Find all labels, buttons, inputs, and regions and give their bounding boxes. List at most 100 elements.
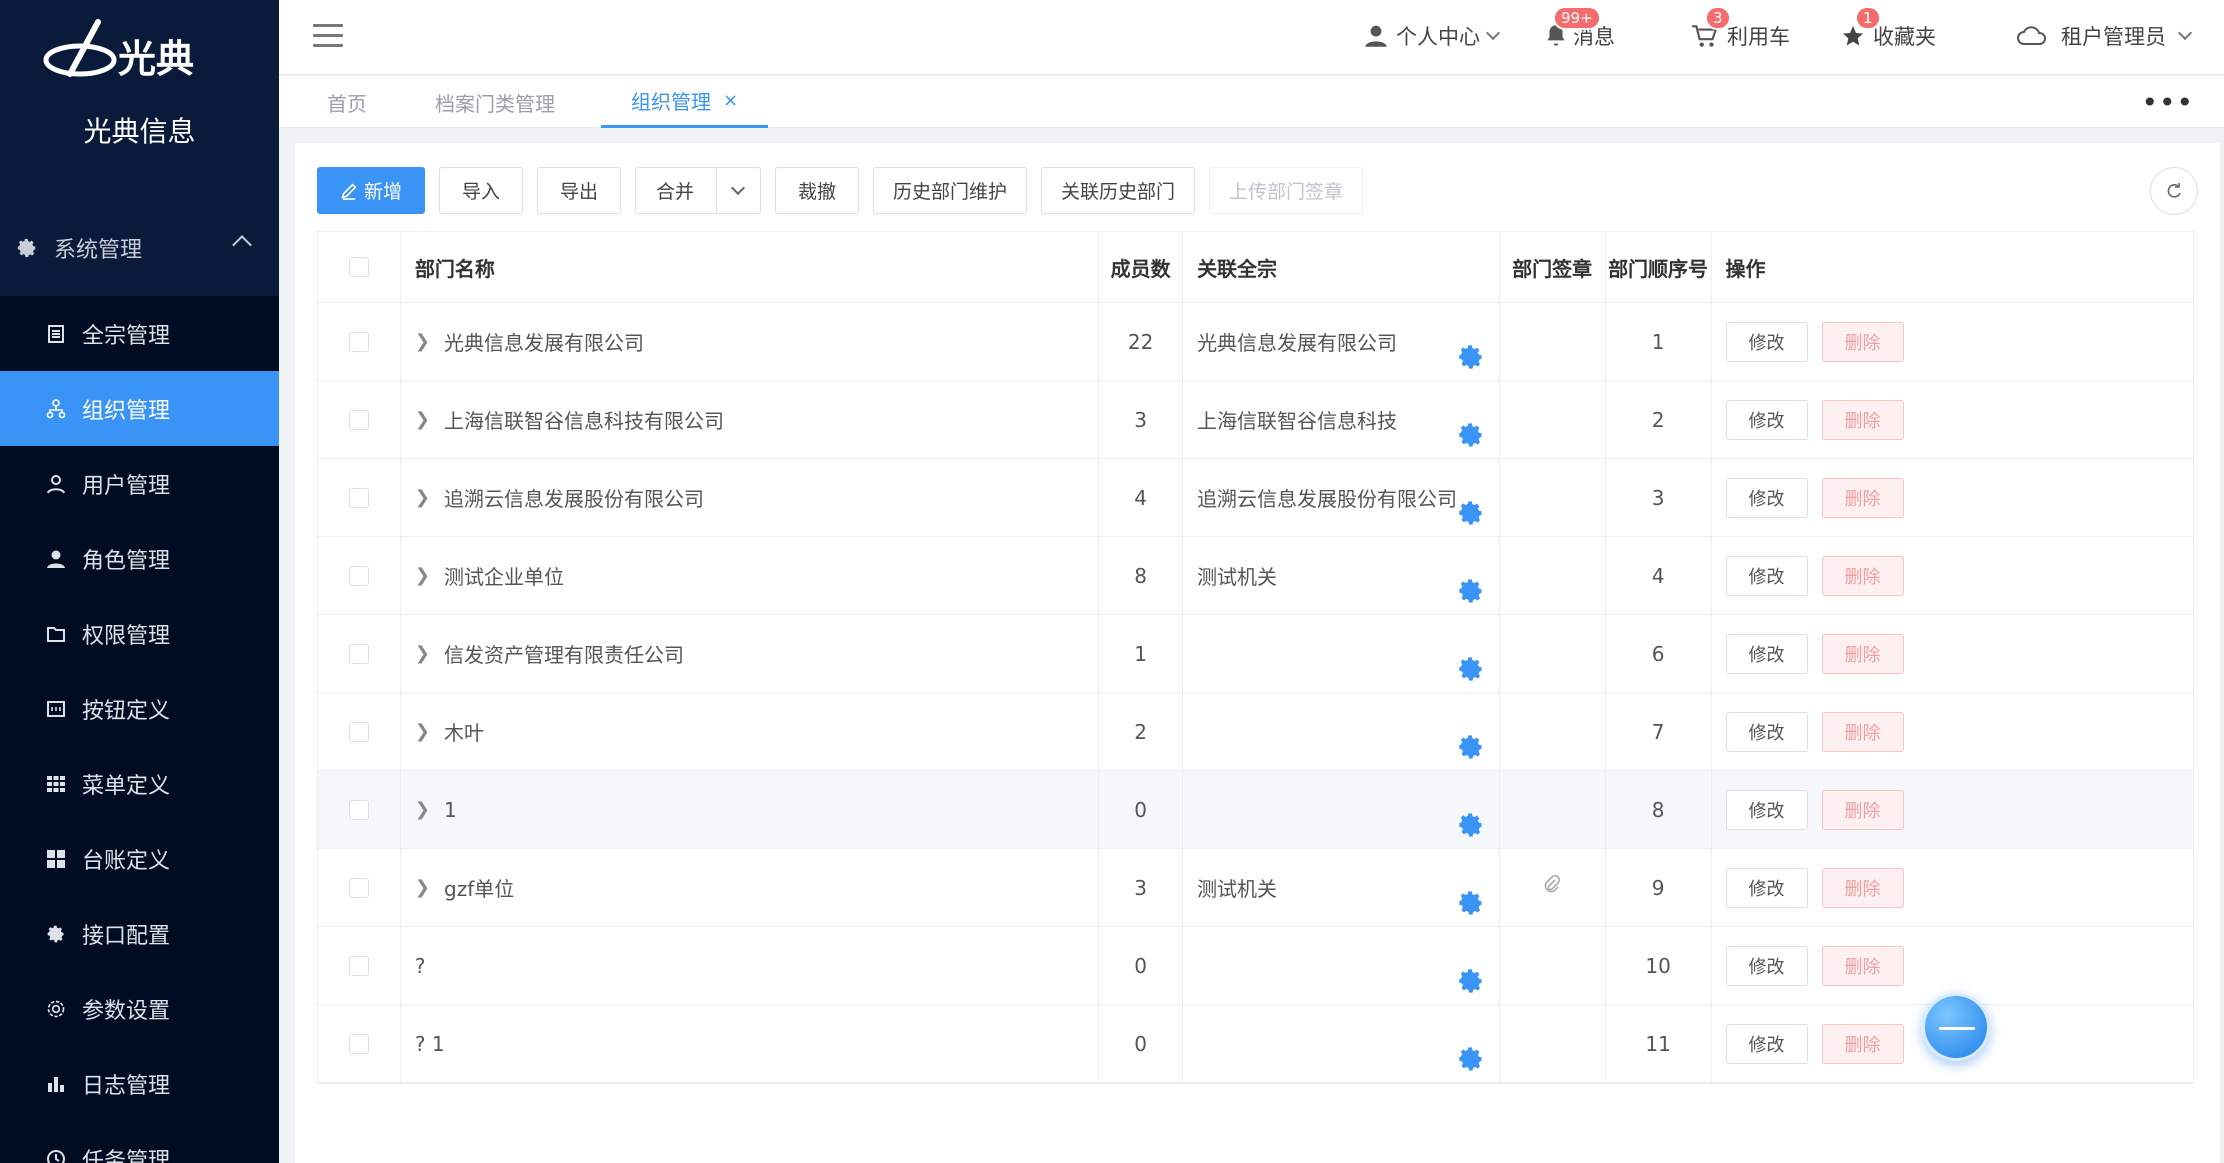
table-row[interactable]: ❯ 上海信联智谷信息科技有限公司 3 上海信联智谷信息科技 2 修改 删除 — [318, 381, 2193, 459]
sidebar-item-organization[interactable]: 组织管理 — [0, 371, 279, 446]
table-row[interactable]: ❯ gzf单位 3 测试机关 9 修改 删除 — [318, 849, 2193, 927]
table-row[interactable]: ❯ 信发资产管理有限责任公司 1 6 修改 删除 — [318, 615, 2193, 693]
gear-icon[interactable] — [1457, 811, 1485, 839]
cart-button[interactable]: 利用车 3 — [1691, 6, 1790, 54]
row-checkbox[interactable] — [348, 487, 369, 508]
floating-assistant-button[interactable] — [1922, 993, 1990, 1061]
gear-icon[interactable] — [1457, 733, 1485, 761]
row-checkbox[interactable] — [348, 721, 369, 742]
header-fonds: 关联全宗 — [1183, 232, 1500, 302]
gear-icon[interactable] — [1457, 967, 1485, 995]
row-checkbox[interactable] — [348, 1033, 369, 1054]
edit-button[interactable]: 修改 — [1725, 789, 1808, 830]
gear-icon[interactable] — [1457, 421, 1485, 449]
chevron-right-icon[interactable]: ❯ — [415, 565, 430, 586]
chevron-right-icon[interactable]: ❯ — [415, 799, 430, 820]
delete-button[interactable]: 删除 — [1821, 867, 1904, 908]
gear-icon[interactable] — [1457, 343, 1485, 371]
row-checkbox[interactable] — [348, 643, 369, 664]
tab-home[interactable]: 首页 — [327, 76, 367, 128]
paperclip-icon[interactable] — [1542, 874, 1562, 900]
favorites-button[interactable]: 收藏夹 1 — [1841, 6, 1936, 54]
sidebar-item-fonds[interactable]: 全宗管理 — [0, 296, 279, 371]
gear-icon[interactable] — [1457, 1045, 1485, 1073]
history-dept-maint-button[interactable]: 历史部门维护 — [873, 167, 1027, 214]
chevron-right-icon[interactable]: ❯ — [415, 721, 430, 742]
delete-button[interactable]: 删除 — [1821, 321, 1904, 362]
edit-button[interactable]: 修改 — [1725, 399, 1808, 440]
cut-button[interactable]: 裁撤 — [775, 167, 859, 214]
sidebar-item-roles[interactable]: 角色管理 — [0, 521, 279, 596]
row-checkbox[interactable] — [348, 409, 369, 430]
import-button[interactable]: 导入 — [439, 167, 523, 214]
sidebar-item-menus[interactable]: 菜单定义 — [0, 746, 279, 821]
delete-button[interactable]: 删除 — [1821, 945, 1904, 986]
table-row[interactable]: ❯ 追溯云信息发展股份有限公司 4 追溯云信息发展股份有限公司 3 修改 删除 — [318, 459, 2193, 537]
chevron-right-icon[interactable]: ❯ — [415, 331, 430, 352]
edit-button[interactable]: 修改 — [1725, 477, 1808, 518]
merge-button[interactable]: 合并 — [635, 167, 761, 214]
edit-button[interactable]: 修改 — [1725, 711, 1808, 752]
delete-button[interactable]: 删除 — [1821, 555, 1904, 596]
row-checkbox[interactable] — [348, 331, 369, 352]
table-row[interactable]: ❯ 1 0 8 修改 删除 — [318, 771, 2193, 849]
edit-button[interactable]: 修改 — [1725, 1023, 1808, 1064]
delete-button[interactable]: 删除 — [1821, 399, 1904, 440]
close-icon[interactable]: × — [723, 90, 738, 111]
link-history-dept-button[interactable]: 关联历史部门 — [1041, 167, 1195, 214]
sidebar-item-ledger[interactable]: 台账定义 — [0, 821, 279, 896]
logo-area: 光典 光典信息 — [0, 0, 279, 200]
table-row[interactable]: ❯ 测试企业单位 8 测试机关 4 修改 删除 — [318, 537, 2193, 615]
edit-button[interactable]: 修改 — [1725, 945, 1808, 986]
messages-button[interactable]: 消息 99+ — [1543, 6, 1615, 54]
row-checkbox[interactable] — [348, 877, 369, 898]
row-checkbox[interactable] — [348, 565, 369, 586]
sidebar-item-buttons[interactable]: 按钮定义 — [0, 671, 279, 746]
edit-button[interactable]: 修改 — [1725, 867, 1808, 908]
more-icon[interactable]: ••• — [2141, 86, 2194, 119]
sidebar-item-params[interactable]: 参数设置 — [0, 971, 279, 1046]
sidebar-item-permissions[interactable]: 权限管理 — [0, 596, 279, 671]
checkbox-cell — [318, 615, 401, 692]
sidebar-item-users[interactable]: 用户管理 — [0, 446, 279, 521]
user-menu[interactable]: 租户管理员 — [2015, 18, 2193, 54]
row-checkbox[interactable] — [348, 799, 369, 820]
personal-center-menu[interactable]: 个人中心 — [1364, 18, 1501, 54]
delete-button[interactable]: 删除 — [1821, 1023, 1904, 1064]
sidebar-item-logs[interactable]: 日志管理 — [0, 1046, 279, 1121]
delete-button[interactable]: 删除 — [1821, 789, 1904, 830]
gear-icon[interactable] — [1457, 499, 1485, 527]
delete-button[interactable]: 删除 — [1821, 711, 1904, 752]
edit-button[interactable]: 修改 — [1725, 633, 1808, 674]
menu-system-management[interactable]: 系统管理 — [0, 200, 279, 296]
chevron-right-icon[interactable]: ❯ — [415, 643, 430, 664]
tab-archive-category[interactable]: 档案门类管理 — [435, 76, 555, 128]
select-all-checkbox[interactable] — [348, 257, 369, 277]
export-button[interactable]: 导出 — [537, 167, 621, 214]
chevron-right-icon[interactable]: ❯ — [415, 409, 430, 430]
table-row[interactable]: ? 1 0 11 修改 删除 — [318, 1005, 2193, 1083]
add-button[interactable]: 新增 — [317, 167, 425, 214]
fonds-cell: 测试机关 — [1183, 849, 1500, 926]
hamburger-menu-icon[interactable] — [313, 24, 343, 48]
edit-button[interactable]: 修改 — [1725, 321, 1808, 362]
edit-button[interactable]: 修改 — [1725, 555, 1808, 596]
sidebar-item-tasks[interactable]: 任务管理 — [0, 1121, 279, 1163]
gear-icon[interactable] — [1457, 655, 1485, 683]
chevron-right-icon[interactable]: ❯ — [415, 877, 430, 898]
table-row[interactable]: ❯ 光典信息发展有限公司 22 光典信息发展有限公司 1 修改 删除 — [318, 303, 2193, 381]
delete-button[interactable]: 删除 — [1821, 633, 1904, 674]
row-checkbox[interactable] — [348, 955, 369, 976]
tab-organization[interactable]: 组织管理 × — [601, 76, 769, 128]
merge-dropdown[interactable] — [716, 167, 758, 214]
sidebar-item-interface[interactable]: 接口配置 — [0, 896, 279, 971]
menu-parent-label: 系统管理 — [54, 238, 143, 263]
table-row[interactable]: ❯ 木叶 2 7 修改 删除 — [318, 693, 2193, 771]
chevron-right-icon[interactable]: ❯ — [415, 487, 430, 508]
gear-icon[interactable] — [1457, 889, 1485, 917]
refresh-button[interactable] — [2150, 167, 2198, 215]
gear-icon[interactable] — [1457, 577, 1485, 605]
table-row[interactable]: ? 0 10 修改 删除 — [318, 927, 2193, 1005]
upload-seal-button[interactable]: 上传部门签章 — [1209, 167, 1363, 214]
delete-button[interactable]: 删除 — [1821, 477, 1904, 518]
